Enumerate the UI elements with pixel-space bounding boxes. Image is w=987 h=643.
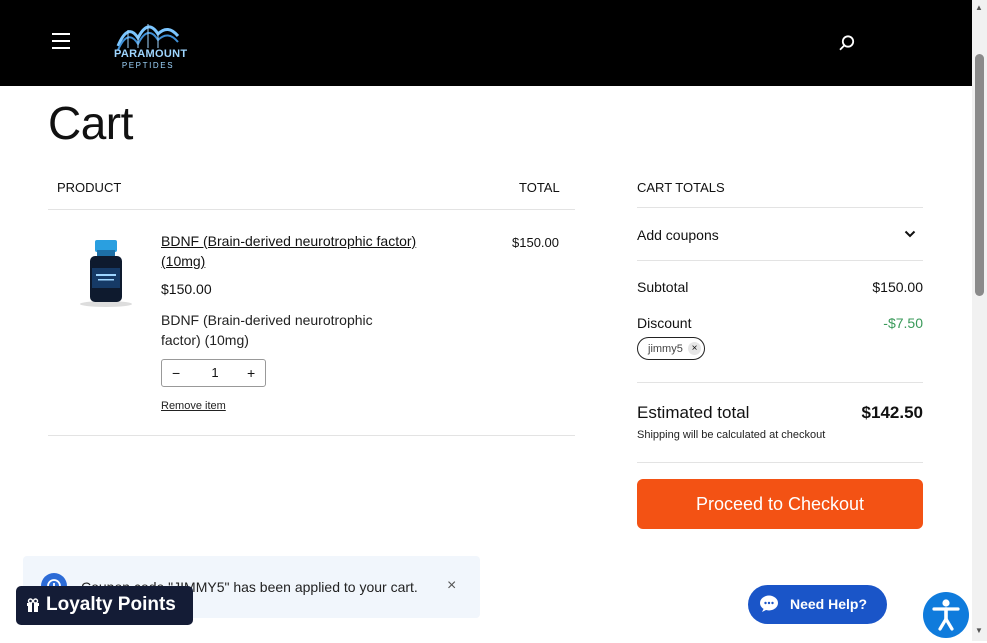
- coupon-code: jimmy5: [648, 343, 683, 355]
- logo-subtext: PEPTIDES: [121, 61, 175, 70]
- accessibility-button[interactable]: [923, 592, 969, 638]
- column-header-product: PRODUCT: [57, 180, 122, 195]
- close-icon[interactable]: ×: [447, 577, 456, 595]
- scroll-down-arrow-icon[interactable]: ▼: [975, 626, 983, 635]
- accessibility-icon: [932, 599, 960, 631]
- divider: [637, 260, 923, 261]
- line-total: $150.00: [512, 235, 559, 250]
- divider: [637, 382, 923, 383]
- subtotal-label: Subtotal: [637, 279, 689, 295]
- product-description: BDNF (Brain-derived neurotrophic factor)…: [161, 312, 373, 348]
- divider: [48, 435, 575, 436]
- quantity-decrease-button[interactable]: −: [172, 365, 180, 381]
- cart-totals-heading: CART TOTALS: [637, 180, 725, 195]
- product-name-link[interactable]: BDNF (Brain-derived neurotrophic factor)…: [161, 231, 431, 271]
- product-unit-price: $150.00: [161, 281, 212, 297]
- product-thumbnail[interactable]: [78, 238, 134, 308]
- divider: [637, 462, 923, 463]
- scroll-up-arrow-icon[interactable]: ▲: [975, 3, 983, 12]
- page-title: Cart: [48, 97, 133, 149]
- discount-value: -$7.50: [883, 315, 923, 331]
- chevron-down-icon[interactable]: [904, 229, 916, 239]
- remove-item-link[interactable]: Remove item: [161, 400, 226, 412]
- scrollbar-thumb[interactable]: [975, 54, 984, 296]
- need-help-button[interactable]: Need Help?: [748, 585, 887, 624]
- gift-icon: [27, 598, 39, 612]
- divider: [48, 209, 575, 210]
- remove-coupon-button[interactable]: ×: [688, 342, 701, 355]
- proceed-to-checkout-button[interactable]: Proceed to Checkout: [637, 479, 923, 529]
- quantity-input[interactable]: 1: [202, 365, 228, 380]
- discount-label: Discount: [637, 315, 692, 331]
- hamburger-icon[interactable]: [52, 33, 70, 51]
- divider: [637, 207, 923, 208]
- site-logo[interactable]: PARAMOUNT PEPTIDES: [114, 16, 188, 72]
- loyalty-points-button[interactable]: Loyalty Points: [16, 586, 193, 625]
- shipping-note: Shipping will be calculated at checkout: [637, 429, 826, 441]
- coupon-chip: jimmy5 ×: [637, 337, 705, 360]
- chat-icon: [760, 595, 778, 612]
- column-header-total: TOTAL: [519, 180, 560, 195]
- quantity-stepper: − 1 +: [161, 359, 266, 387]
- quantity-increase-button[interactable]: +: [247, 365, 255, 381]
- estimated-total-value: $142.50: [861, 403, 923, 422]
- loyalty-points-label: Loyalty Points: [46, 594, 176, 615]
- need-help-label: Need Help?: [790, 596, 868, 612]
- site-header: PARAMOUNT PEPTIDES: [0, 0, 972, 86]
- logo-text: PARAMOUNT: [114, 48, 188, 60]
- subtotal-value: $150.00: [872, 279, 923, 295]
- search-icon[interactable]: [838, 34, 856, 52]
- add-coupons-toggle[interactable]: Add coupons: [637, 227, 719, 243]
- estimated-total-label: Estimated total: [637, 403, 750, 422]
- logo-mark-icon: [116, 24, 180, 51]
